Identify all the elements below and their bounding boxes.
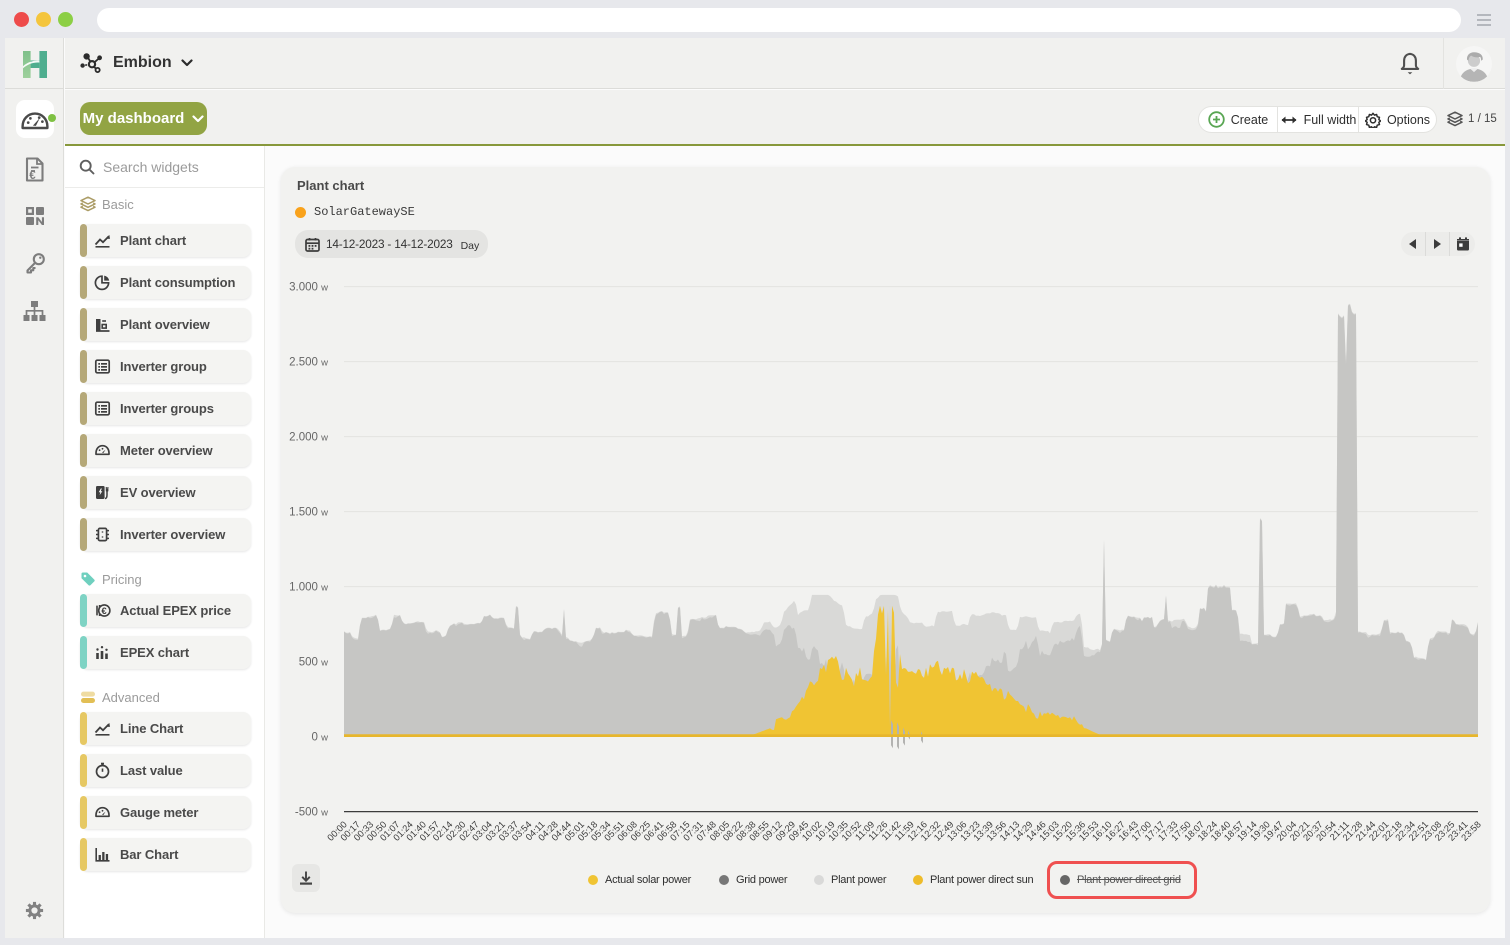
svg-text:500 w: 500 w: [299, 656, 328, 668]
svg-text:2.500 w: 2.500 w: [289, 356, 328, 368]
svg-text:€: €: [29, 170, 36, 182]
svg-text:1.000 w: 1.000 w: [289, 581, 328, 593]
svg-text:3.000 w: 3.000 w: [289, 281, 328, 293]
svg-text:-500 w: -500 w: [295, 806, 328, 818]
svg-text:2.000 w: 2.000 w: [289, 431, 328, 443]
svg-text:€: €: [101, 606, 107, 617]
svg-text:0 w: 0 w: [312, 731, 329, 743]
svg-text:1.500 w: 1.500 w: [289, 506, 328, 518]
